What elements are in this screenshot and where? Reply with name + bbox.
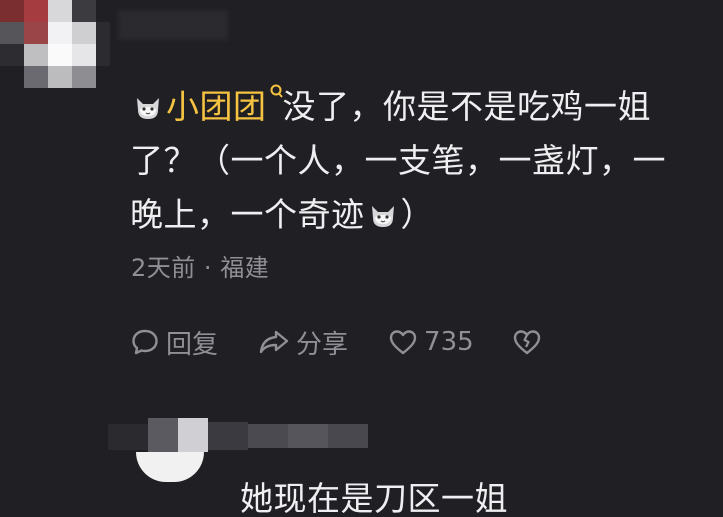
cat-face-icon [137,98,159,119]
broken-heart-icon [513,330,540,355]
comment-text-2: 了？（一个人，一支笔，一盏灯，一 [130,141,666,180]
comment-line-1: 小团团 没了，你是不是吃鸡一姐 [130,80,700,134]
cat-face-icon [371,206,394,227]
comment-text-3b: ） [400,195,434,234]
comment-text-3a: 晚上，一个奇迹 [130,195,365,234]
comment-line-2: 了？（一个人，一支笔，一盏灯，一 [130,134,700,188]
dislike-button[interactable] [512,328,548,356]
comment-body: 小团团 没了，你是不是吃鸡一姐 了？（一个人，一支笔，一盏灯，一 晚上，一个奇迹… [130,80,700,242]
reply-label: 回复 [166,329,219,360]
reply-button[interactable]: 回复 [130,324,218,361]
share-button[interactable]: 分享 [258,324,348,361]
comment-actions: 回复 分享 735 [130,320,588,364]
blurred-avatar[interactable] [0,0,110,100]
meta-separator: · [203,254,213,282]
like-button[interactable]: 735 [388,327,474,357]
reply-text: 她现在是刀区一姐 [240,479,508,517]
comment-meta: 2天前 · 福建 [131,248,269,283]
share-arrow-icon [259,330,289,354]
comment-line-3: 晚上，一个奇迹 ） [130,188,700,242]
blurred-reply-header [108,418,370,454]
heart-icon [389,330,417,355]
comment-text-1: 没了，你是不是吃鸡一姐 [282,87,651,126]
blurred-username-bar [118,10,228,40]
comment-username[interactable]: 小团团 [166,87,267,126]
share-label: 分享 [296,329,349,360]
search-icon [270,84,283,98]
like-count: 735 [424,327,474,357]
reply-avatar[interactable] [136,452,204,482]
comment-location: 福建 [220,254,270,282]
reply-bubble-icon [132,329,158,355]
comment-thread: 小团团 没了，你是不是吃鸡一姐 了？（一个人，一支笔，一盏灯，一 晚上，一个奇迹… [0,0,723,517]
comment-time: 2天前 [131,254,196,282]
